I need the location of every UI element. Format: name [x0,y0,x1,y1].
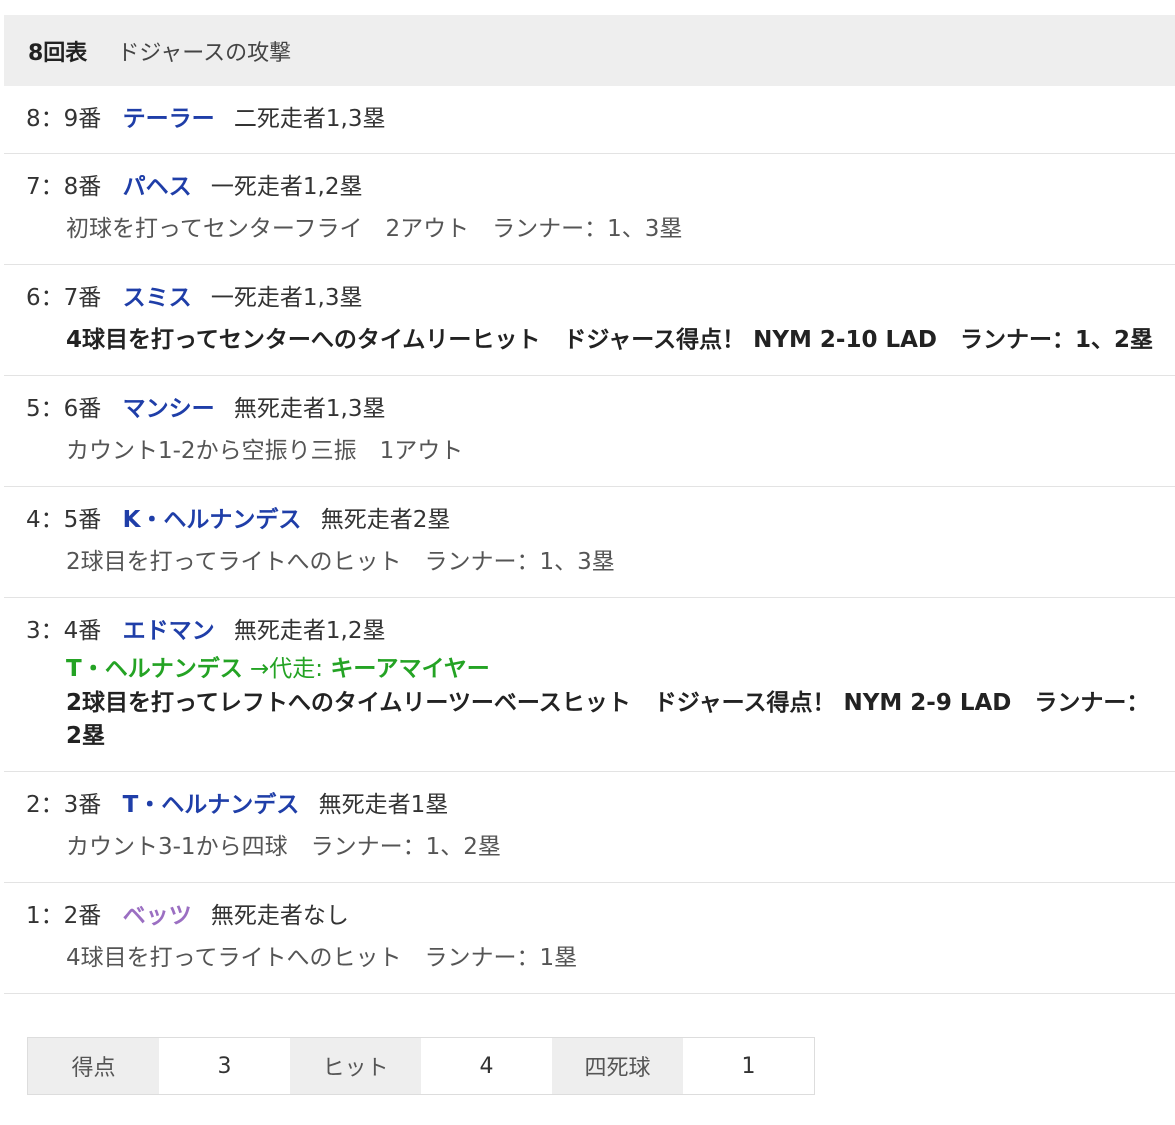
play-result: 4球目を打ってライトへのヒット ランナー：1塁 [66,945,578,971]
batting-order: 2：3番 [26,792,102,818]
batter-link[interactable]: テーラー [123,106,215,132]
runner-situation: 無死走者1,2塁 [233,618,386,644]
play-row: 7：8番 パヘス 一死走者1,2塁 初球を打ってセンターフライ 2アウト ランナ… [4,154,1175,265]
walks-label: 四死球 [552,1038,683,1094]
runner-situation: 無死走者なし [210,903,349,929]
substitution-note: T・ヘルナンデス →代走: キーアマイヤー [66,655,1175,683]
inning-header: 8回表 ドジャースの攻撃 [4,15,1175,86]
inning-summary-table: 得点 3 ヒット 4 四死球 1 [27,1037,815,1095]
hits-label: ヒット [290,1038,421,1094]
runner-situation: 無死走者2塁 [320,507,451,533]
pinch-runner: キーアマイヤー [330,656,490,682]
batter-link[interactable]: エドマン [123,618,215,644]
runs-value: 3 [159,1038,290,1094]
batting-order: 3：4番 [26,618,102,644]
play-row: 5：6番 マンシー 無死走者1,3塁 カウント1-2から空振り三振 1アウト [4,376,1175,487]
play-row: 6：7番 スミス 一死走者1,3塁 4球目を打ってセンターへのタイムリーヒット … [4,265,1175,376]
inning-title: ドジャースの攻撃 [117,40,292,66]
runner-situation: 無死走者1,3塁 [233,396,386,422]
batting-order: 7：8番 [26,174,102,200]
hits-value: 4 [421,1038,552,1094]
batting-order: 8：9番 [26,106,102,132]
runner-situation: 無死走者1塁 [318,792,449,818]
batter-link-visited[interactable]: ベッツ [123,903,192,929]
runner-situation: 二死走者1,3塁 [233,106,386,132]
walks-value: 1 [683,1038,814,1094]
pinch-runner-arrow: →代走: [250,656,324,682]
runner-situation: 一死走者1,3塁 [210,285,363,311]
batter-link[interactable]: K・ヘルナンデス [123,507,302,533]
play-result-scoring: 2球目を打ってレフトへのタイムリーツーベースヒット ドジャース得点！ NYM 2… [66,690,1150,749]
play-result: カウント1-2から空振り三振 1アウト [66,438,464,464]
runs-label: 得点 [28,1038,159,1094]
batter-link[interactable]: T・ヘルナンデス [123,792,300,818]
batter-link[interactable]: スミス [123,285,192,311]
batting-order: 4：5番 [26,507,102,533]
play-row: 4：5番 K・ヘルナンデス 無死走者2塁 2球目を打ってライトへのヒット ランナ… [4,487,1175,598]
batter-link[interactable]: マンシー [123,396,215,422]
batting-order: 5：6番 [26,396,102,422]
play-result: 初球を打ってセンターフライ 2アウト ランナー：1、3塁 [66,216,683,242]
play-result-scoring: 4球目を打ってセンターへのタイムリーヒット ドジャース得点！ NYM 2-10 … [66,327,1154,353]
inning-play-log: 8回表 ドジャースの攻撃 8：9番 テーラー 二死走者1,3塁 7：8番 パヘス… [4,15,1175,994]
batting-order: 6：7番 [26,285,102,311]
play-row: 3：4番 エドマン 無死走者1,2塁 T・ヘルナンデス →代走: キーアマイヤー… [4,598,1175,772]
play-row: 1：2番 ベッツ 無死走者なし 4球目を打ってライトへのヒット ランナー：1塁 [4,883,1175,994]
substituted-player: T・ヘルナンデス [66,656,243,682]
play-row: 8：9番 テーラー 二死走者1,3塁 [4,86,1175,154]
batter-link[interactable]: パヘス [123,174,192,200]
play-result: カウント3-1から四球 ランナー：1、2塁 [66,834,501,860]
runner-situation: 一死走者1,2塁 [210,174,363,200]
play-result: 2球目を打ってライトへのヒット ランナー：1、3塁 [66,549,615,575]
batting-order: 1：2番 [26,903,102,929]
play-row: 2：3番 T・ヘルナンデス 無死走者1塁 カウント3-1から四球 ランナー：1、… [4,772,1175,883]
inning-label: 8回表 [28,40,88,66]
